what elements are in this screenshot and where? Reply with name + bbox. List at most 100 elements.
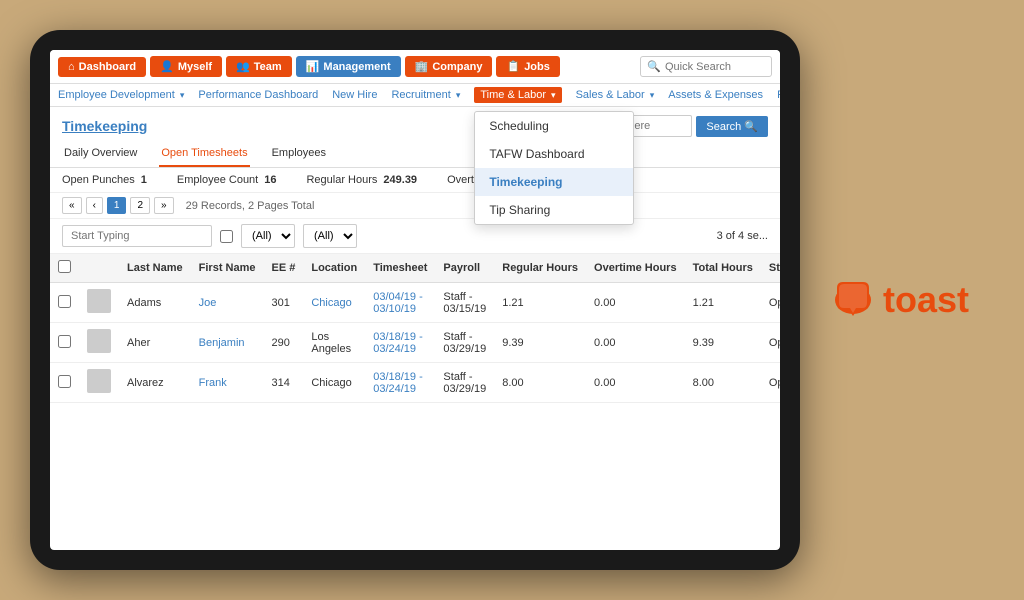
building-icon: 🏢 xyxy=(415,60,429,73)
row-ee: 314 xyxy=(264,363,304,403)
col-timesheet: Timesheet xyxy=(365,254,435,283)
search-icon: 🔍 xyxy=(647,60,661,73)
timekeeping-menu-item[interactable]: Timekeeping xyxy=(475,168,633,196)
first-page-button[interactable]: « xyxy=(62,197,82,214)
management-button[interactable]: 📊 Management xyxy=(296,56,401,77)
row-checkbox-2[interactable] xyxy=(58,375,71,388)
row-total-hours: 1.21 xyxy=(685,283,761,323)
toast-logo: toast xyxy=(831,278,969,322)
tab-daily-overview[interactable]: Daily Overview xyxy=(62,141,139,167)
table-body: Adams Joe 301 Chicago 03/04/19 - 03/10/1… xyxy=(50,283,780,403)
open-punches-value: 1 xyxy=(141,174,147,186)
recruitment-link[interactable]: Recruitment ▾ xyxy=(391,89,460,101)
chevron-down-icon: ▾ xyxy=(551,90,556,100)
select-all-checkbox[interactable] xyxy=(58,260,71,273)
filter-text-input[interactable] xyxy=(62,225,212,247)
firstname-link[interactable]: Benjamin xyxy=(199,337,245,349)
row-timesheet: 03/18/19 - 03/24/19 xyxy=(365,363,435,403)
open-punches-label: Open Punches xyxy=(62,174,135,186)
employee-development-link[interactable]: Employee Development ▾ xyxy=(58,89,184,101)
dashboard-button[interactable]: ⌂ Dashboard xyxy=(58,57,146,77)
timesheet-link[interactable]: 03/04/19 - 03/10/19 xyxy=(373,291,423,315)
col-regular-hours: Regular Hours xyxy=(494,254,586,283)
row-avatar-cell xyxy=(79,363,119,403)
col-avatar xyxy=(79,254,119,283)
new-hire-link[interactable]: New Hire xyxy=(332,89,377,101)
table-row: Alvarez Frank 314 Chicago 03/18/19 - 03/… xyxy=(50,363,780,403)
filter-bar: (All) (All) 3 of 4 se... xyxy=(50,219,780,254)
timesheet-link[interactable]: 03/18/19 - 03/24/19 xyxy=(373,371,423,395)
row-overtime-hours: 0.00 xyxy=(586,283,685,323)
row-lastname: Adams xyxy=(119,283,191,323)
row-avatar-cell xyxy=(79,283,119,323)
assets-expenses-link[interactable]: Assets & Expenses xyxy=(668,89,763,101)
tab-employees[interactable]: Employees xyxy=(270,141,328,167)
tab-open-timesheets[interactable]: Open Timesheets xyxy=(159,141,249,167)
row-regular-hours: 1.21 xyxy=(494,283,586,323)
row-lastname: Aher xyxy=(119,323,191,363)
col-checkbox xyxy=(50,254,79,283)
row-checkbox-1[interactable] xyxy=(58,335,71,348)
scheduling-menu-item[interactable]: Scheduling xyxy=(475,112,633,140)
stats-bar: Open Punches 1 Employee Count 16 Regular… xyxy=(50,168,780,193)
row-timesheet: 03/18/19 - 03/24/19 xyxy=(365,323,435,363)
jobs-icon: 📋 xyxy=(506,60,520,73)
employee-count-value: 16 xyxy=(264,174,276,186)
col-location: Location xyxy=(303,254,365,283)
tip-sharing-menu-item[interactable]: Tip Sharing xyxy=(475,196,633,224)
page-2-button[interactable]: 2 xyxy=(130,197,150,214)
row-ee: 290 xyxy=(264,323,304,363)
location-link[interactable]: Chicago xyxy=(311,297,351,309)
row-regular-hours: 8.00 xyxy=(494,363,586,403)
row-payroll: Staff - 03/15/19 xyxy=(435,283,494,323)
page-title[interactable]: Timekeeping xyxy=(62,118,147,134)
timesheets-table: Last Name First Name EE # Location Times… xyxy=(50,254,780,403)
row-status: Open xyxy=(761,283,780,323)
sales-labor-link[interactable]: Sales & Labor ▾ xyxy=(576,89,655,101)
last-page-button[interactable]: » xyxy=(154,197,174,214)
table-row: Adams Joe 301 Chicago 03/04/19 - 03/10/1… xyxy=(50,283,780,323)
col-status: Status xyxy=(761,254,780,283)
tafw-dashboard-menu-item[interactable]: TAFW Dashboard xyxy=(475,140,633,168)
row-avatar-cell xyxy=(79,323,119,363)
regular-hours-label: Regular Hours xyxy=(306,174,377,186)
table-header-row: Last Name First Name EE # Location Times… xyxy=(50,254,780,283)
firstname-link[interactable]: Frank xyxy=(199,377,227,389)
global-search-input[interactable] xyxy=(665,61,765,73)
row-checkbox-0[interactable] xyxy=(58,295,71,308)
row-ee: 301 xyxy=(264,283,304,323)
filter-dropdown-1[interactable]: (All) xyxy=(241,224,295,248)
row-payroll: Staff - 03/29/19 xyxy=(435,323,494,363)
jobs-button[interactable]: 📋 Jobs xyxy=(496,56,559,77)
row-checkbox-cell xyxy=(50,323,79,363)
home-icon: ⌂ xyxy=(68,61,75,73)
page-1-button[interactable]: 1 xyxy=(107,197,127,214)
tablet-screen: ⌂ Dashboard 👤 Myself 👥 Team 📊 Management… xyxy=(50,50,780,550)
reports-link[interactable]: Reports xyxy=(777,89,780,101)
time-labor-link[interactable]: Time & Labor ▾ xyxy=(474,87,561,103)
performance-dashboard-link[interactable]: Performance Dashboard xyxy=(198,89,318,101)
filter-checkbox[interactable] xyxy=(220,230,233,243)
toast-logo-icon xyxy=(831,278,875,322)
col-lastname: Last Name xyxy=(119,254,191,283)
row-overtime-hours: 0.00 xyxy=(586,323,685,363)
row-overtime-hours: 0.00 xyxy=(586,363,685,403)
timesheet-link[interactable]: 03/18/19 - 03/24/19 xyxy=(373,331,423,355)
firstname-link[interactable]: Joe xyxy=(199,297,217,309)
table-row: Aher Benjamin 290 Los Angeles 03/18/19 -… xyxy=(50,323,780,363)
row-firstname: Joe xyxy=(191,283,264,323)
row-lastname: Alvarez xyxy=(119,363,191,403)
time-and-labor-dropdown[interactable]: Time & Labor ▾ Scheduling TAFW Dashboard… xyxy=(474,89,561,101)
prev-page-button[interactable]: ‹ xyxy=(86,197,103,214)
row-checkbox-cell xyxy=(50,363,79,403)
col-firstname: First Name xyxy=(191,254,264,283)
search-button[interactable]: Search 🔍 xyxy=(696,116,768,137)
avatar xyxy=(87,289,111,313)
row-timesheet: 03/04/19 - 03/10/19 xyxy=(365,283,435,323)
open-punches-stat: Open Punches 1 xyxy=(62,174,147,186)
myself-button[interactable]: 👤 Myself xyxy=(150,56,222,77)
filter-dropdown-2[interactable]: (All) xyxy=(303,224,357,248)
team-button[interactable]: 👥 Team xyxy=(226,56,292,77)
company-button[interactable]: 🏢 Company xyxy=(405,56,493,77)
row-firstname: Benjamin xyxy=(191,323,264,363)
